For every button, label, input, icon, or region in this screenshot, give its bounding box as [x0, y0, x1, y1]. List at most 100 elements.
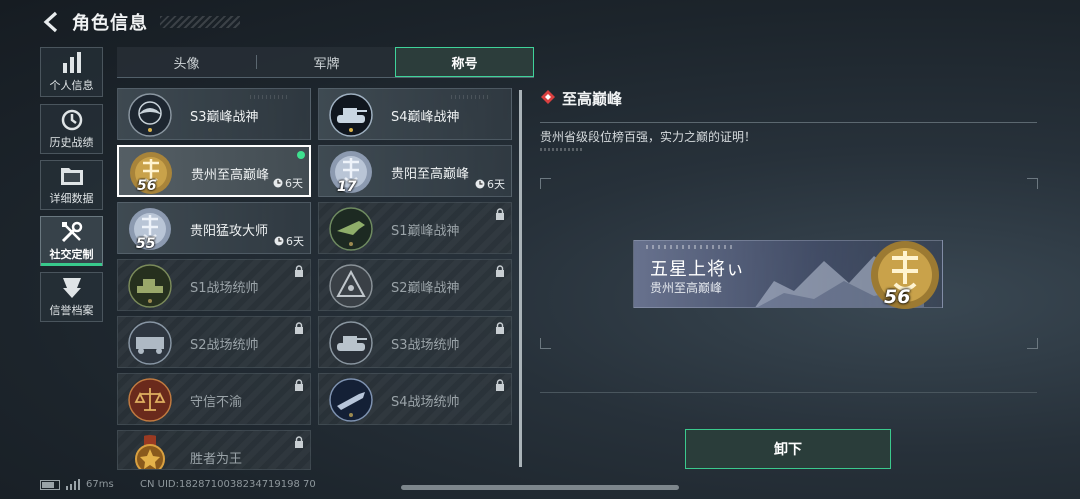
tank-emblem-icon [329, 93, 373, 137]
banner-title: 五星上将ぃ [650, 259, 745, 280]
tab-avatar[interactable]: 头像 [117, 47, 256, 77]
diamond-icon [541, 90, 555, 104]
title-card-s2-peak-god[interactable]: S2巅峰战神 [318, 259, 512, 311]
lock-icon [496, 265, 504, 277]
tools-icon [61, 221, 82, 242]
title-card-keep-faith[interactable]: 守信不渝 [117, 373, 311, 425]
title-card-s4-peak-god[interactable]: S4巅峰战神 [318, 88, 512, 140]
lock-icon [295, 265, 303, 277]
title-card-s1-peak-god[interactable]: S1巅峰战神 [318, 202, 512, 254]
scales-emblem-icon [128, 378, 172, 422]
sidebar-item-social-custom[interactable]: 社交定制 [40, 216, 103, 266]
expiry-timer: 6天 [274, 233, 304, 249]
title-name: S3战场统帅 [391, 338, 460, 353]
shield-badge-icon [62, 277, 81, 298]
battery-icon [40, 480, 60, 490]
home-indicator[interactable] [401, 485, 679, 490]
title-decoration [160, 16, 240, 28]
sidebar-item-label: 社交定制 [49, 247, 94, 261]
sidebar-item-label: 个人信息 [49, 78, 94, 92]
rank-number: 55 [136, 236, 156, 252]
expiry-timer: 6天 [475, 176, 505, 192]
bar-chart-icon [62, 51, 81, 73]
back-arrow-icon[interactable] [40, 10, 64, 34]
frame-corner [540, 338, 551, 349]
sidebar-item-label: 历史战绩 [49, 135, 94, 149]
title-card-s3-peak-god[interactable]: S3巅峰战神 [117, 88, 311, 140]
title-name: 贵阳至高巅峰 [391, 167, 470, 182]
timer-text: 6天 [286, 235, 304, 248]
crocodile-emblem-icon [329, 207, 373, 251]
equipped-indicator [297, 151, 305, 159]
folder-icon [60, 167, 83, 185]
lock-icon [496, 379, 504, 391]
title-card-s4-battlefield-marshal[interactable]: S4战场统帅 [318, 373, 512, 425]
clock-icon [273, 178, 283, 188]
title-card-guizhou-peak[interactable]: 56 贵州至高巅峰 6天 [117, 145, 311, 197]
title-name: S2巅峰战神 [391, 281, 460, 296]
lock-icon [295, 322, 303, 334]
lock-icon [295, 436, 303, 448]
title-name: 守信不渝 [190, 395, 243, 410]
title-name: S4战场统帅 [391, 395, 460, 410]
sidebar-item-detailed-data[interactable]: 详细数据 [40, 160, 103, 210]
title-card-s2-battlefield-marshal[interactable]: S2战场统帅 [117, 316, 311, 368]
title-card-s3-battlefield-marshal[interactable]: S3战场统帅 [318, 316, 512, 368]
lock-icon [496, 322, 504, 334]
banner-rank-number: 56 [884, 286, 911, 308]
unequip-button[interactable]: 卸下 [685, 429, 891, 469]
description-decoration [540, 148, 582, 151]
frame-corner [1027, 338, 1038, 349]
medal-emblem-icon [135, 435, 165, 469]
sidebar-item-label: 详细数据 [49, 191, 94, 205]
rank-number: 56 [137, 178, 157, 194]
ping-value: 67ms [86, 479, 114, 490]
frame-corner [1027, 178, 1038, 189]
page-title: 角色信息 [72, 13, 148, 34]
title-card-winner-takes-all[interactable]: 胜者为王 [117, 430, 311, 470]
tab-dog-tag[interactable]: 军牌 [257, 47, 396, 77]
lock-icon [295, 379, 303, 391]
title-card-s1-battlefield-marshal[interactable]: S1战场统帅 [117, 259, 311, 311]
banner-subtitle: 贵州至高巅峰 [650, 281, 723, 295]
title-name: S4巅峰战神 [391, 110, 460, 125]
sidebar-item-credit-record[interactable]: 信誉档案 [40, 272, 103, 322]
missile-emblem-icon [329, 378, 373, 422]
title-card-guiyang-peak[interactable]: 17 贵阳至高巅峰 6天 [318, 145, 512, 197]
detail-description: 贵州省级段位榜百强，实力之巅的证明！ [540, 130, 757, 144]
signal-icon [66, 479, 80, 490]
sidebar-item-history[interactable]: 历史战绩 [40, 104, 103, 154]
title-name: 胜者为王 [190, 452, 243, 467]
title-card-guiyang-assault-master[interactable]: 55 贵阳猛攻大师 6天 [117, 202, 311, 254]
action-divider [540, 392, 1037, 393]
card-decoration [451, 95, 491, 99]
detail-title: 至高巅峰 [562, 90, 623, 108]
armored-vehicle-emblem-icon [128, 321, 172, 365]
expiry-timer: 6天 [273, 175, 303, 191]
pyramid-emblem-icon [329, 264, 373, 308]
title-name: 贵阳猛攻大师 [190, 224, 269, 239]
title-name: S3巅峰战神 [190, 110, 259, 125]
list-scrollbar-thumb[interactable] [519, 90, 522, 467]
title-name: S1巅峰战神 [391, 224, 460, 239]
timer-text: 6天 [487, 178, 505, 191]
clock-icon [274, 236, 284, 246]
title-name: 贵州至高巅峰 [191, 168, 270, 183]
sidebar-item-personal-info[interactable]: 个人信息 [40, 47, 103, 97]
history-clock-icon [61, 109, 82, 130]
banner-decoration [646, 245, 736, 249]
tab-bar: 头像 军牌 称号 [117, 47, 534, 78]
title-name: S2战场统帅 [190, 338, 259, 353]
frame-corner [540, 178, 551, 189]
eagle-emblem-icon [128, 93, 172, 137]
card-decoration [250, 95, 290, 99]
tank-emblem-icon [329, 321, 373, 365]
rank-number: 17 [337, 179, 357, 195]
tank-emblem-icon [128, 264, 172, 308]
sidebar-item-label: 信誉档案 [49, 303, 94, 317]
detail-divider [540, 122, 1037, 123]
lock-icon [496, 208, 504, 220]
tab-title[interactable]: 称号 [395, 47, 534, 77]
clock-icon [475, 179, 485, 189]
user-uid: CN UID:1828710038234719198 70 [140, 479, 316, 490]
